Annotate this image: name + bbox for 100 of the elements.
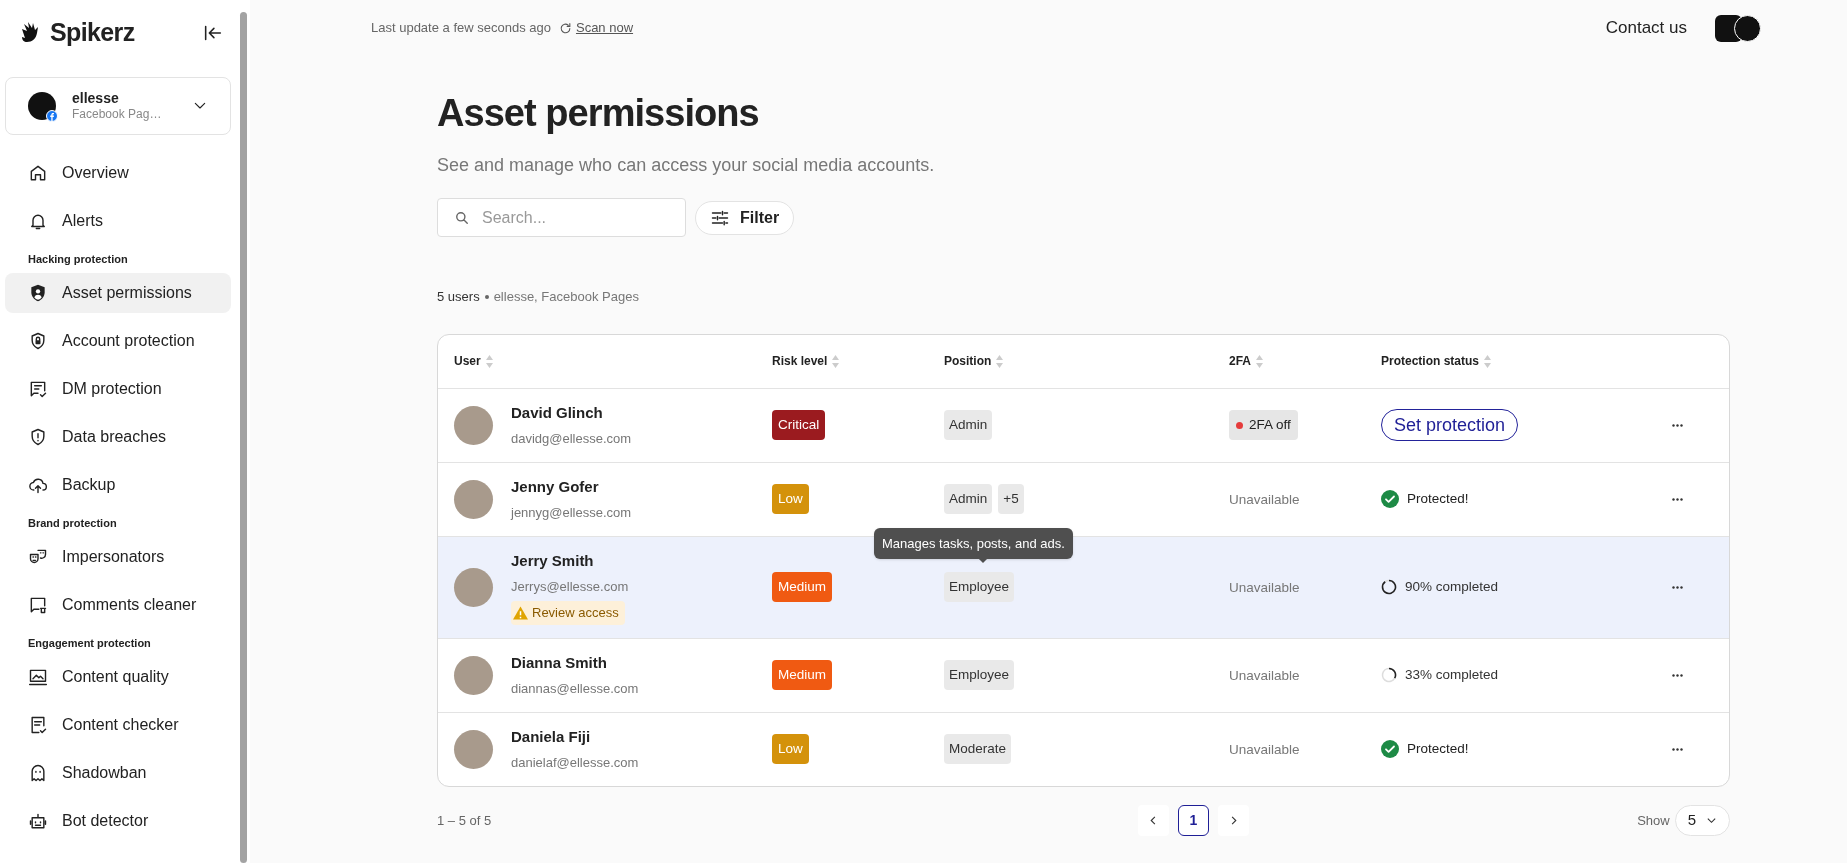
shield-lock-icon: [28, 331, 48, 351]
nav-item[interactable]: Data breaches: [5, 417, 231, 457]
twofa-status: Unavailable: [1229, 492, 1300, 507]
position-tag: +5: [998, 483, 1024, 515]
more-icon[interactable]: [1672, 673, 1683, 677]
more-icon[interactable]: [1672, 423, 1683, 427]
user-name: David Glinch: [511, 402, 604, 423]
chevron-right-icon[interactable]: [1218, 805, 1249, 836]
filter-button[interactable]: Filter: [695, 200, 795, 235]
pagination-range: 1 – 5 of 5: [437, 811, 493, 830]
user-email: Jerrys@ellesse.com: [511, 578, 629, 596]
user-name: Daniela Fiji: [511, 726, 592, 747]
section-label: Engagement protection: [27, 635, 152, 651]
user-email: jennyg@ellesse.com: [511, 504, 632, 522]
table-row[interactable]: Daniela Fiji danielaf@ellesse.com Low Moderate Unavailable Protected!: [438, 712, 1729, 786]
position-tag: Employee: [944, 571, 1015, 603]
shield-user-icon: [28, 283, 48, 303]
scrollbar[interactable]: [239, 12, 247, 863]
avatar-photo-placeholder: [454, 729, 493, 769]
scan-now-link[interactable]: Scan now: [558, 18, 634, 38]
more-icon[interactable]: [1672, 497, 1683, 501]
section-label: Hacking protection: [27, 251, 129, 267]
shield-alert-icon: [28, 427, 48, 447]
progress-remainder: [1381, 667, 1396, 683]
ghost-icon: [28, 763, 48, 783]
scope-text: ellesse, Facebook Pages: [493, 288, 639, 306]
section-label: Brand protection: [27, 515, 118, 531]
sort-icon[interactable]: [832, 354, 840, 368]
review-access-badge[interactable]: Review access: [511, 600, 625, 625]
avatar-photo-placeholder: [454, 655, 493, 695]
contact-us-link[interactable]: Contact us: [1605, 15, 1687, 41]
brand-name: Spikerz: [50, 17, 135, 49]
robot-icon: [28, 811, 48, 831]
user-count: 5 users: [437, 288, 480, 306]
nav-item[interactable]: Impersonators: [5, 537, 231, 577]
table-row[interactable]: Dianna Smith diannas@ellesse.com Medium Employee Unavailable 33% completed: [438, 638, 1729, 713]
sort-icon[interactable]: [485, 354, 493, 368]
column-header[interactable]: Risk level: [772, 352, 828, 370]
page-button[interactable]: 1: [1178, 805, 1209, 836]
user-name: Jerry Smith: [511, 550, 595, 571]
search-icon: [455, 211, 469, 225]
twofa-status: Unavailable: [1229, 668, 1300, 683]
nav-item[interactable]: Asset permissions: [5, 273, 231, 313]
column-header[interactable]: Position: [944, 352, 992, 370]
user-name: Jenny Gofer: [511, 476, 600, 497]
column-header[interactable]: User: [454, 352, 481, 370]
column-header[interactable]: 2FA: [1229, 352, 1251, 370]
nav-item[interactable]: Overview: [5, 153, 231, 193]
position-tag: Employee: [944, 659, 1015, 691]
show-label: Show: [1637, 811, 1670, 830]
tooltip: Manages tasks, posts, and ads.: [874, 527, 1073, 559]
brand-logo: [1734, 14, 1761, 42]
chevron-left-icon[interactable]: [1138, 805, 1169, 836]
nav-item[interactable]: Comments cleaner: [5, 585, 231, 625]
nav-item[interactable]: Content quality: [5, 657, 231, 697]
position-tag: Admin: [944, 483, 993, 515]
chevron-down-icon: [1706, 815, 1717, 826]
column-header[interactable]: Protection status: [1381, 352, 1479, 370]
avatar-photo-placeholder: [454, 567, 493, 607]
nav-item[interactable]: Alerts: [5, 201, 231, 241]
twofa-status: Unavailable: [1229, 742, 1300, 757]
user-name: Dianna Smith: [511, 652, 608, 673]
search-field[interactable]: Search...: [437, 198, 686, 237]
sort-icon[interactable]: [1256, 354, 1263, 368]
nav-item[interactable]: Backup: [5, 465, 231, 505]
home-icon: [28, 163, 48, 183]
sort-icon[interactable]: [996, 354, 1004, 368]
refresh-icon: [558, 21, 572, 35]
position-tag: Admin: [944, 409, 993, 441]
nav-item[interactable]: Content checker: [5, 705, 231, 745]
user-email: diannas@ellesse.com: [511, 680, 639, 698]
avatar-photo-placeholder: [454, 479, 493, 519]
message-check-icon: [28, 379, 48, 399]
risk-badge: Critical: [772, 409, 826, 441]
user-email: danielaf@ellesse.com: [511, 754, 639, 772]
page-title: Asset permissions: [437, 94, 760, 132]
nav-item[interactable]: DM protection: [5, 369, 231, 409]
user-email: davidg@ellesse.com: [511, 430, 632, 448]
set-protection-button[interactable]: Set protection: [1381, 409, 1519, 441]
nav-item[interactable]: Bot detector: [5, 801, 231, 841]
account-switcher[interactable]: ellesse Facebook Pag…: [5, 77, 231, 135]
comment-trash-icon: [28, 595, 48, 615]
nav-item[interactable]: Shadowban: [5, 753, 231, 793]
account-name: ellesse: [72, 89, 120, 108]
risk-badge: Low: [772, 483, 809, 515]
progress-label: 90% completed: [1405, 577, 1499, 596]
progress-label: 33% completed: [1405, 665, 1499, 684]
twofa-status: 2FA off: [1229, 409, 1298, 441]
table-row[interactable]: David Glinch davidg@ellesse.com Critical Admin 2FA off Set protection: [438, 388, 1729, 463]
check-circle-icon: [1381, 490, 1399, 508]
position-tag: Moderate: [944, 733, 1012, 765]
account-type: Facebook Pag…: [72, 107, 163, 123]
page-size-select[interactable]: 5: [1674, 805, 1730, 836]
warning-icon: [513, 605, 528, 620]
more-icon[interactable]: [1672, 747, 1683, 751]
risk-badge: Medium: [772, 659, 832, 691]
more-icon[interactable]: [1672, 585, 1683, 589]
avatar-photo-placeholder: [454, 405, 493, 445]
sort-icon[interactable]: [1484, 354, 1491, 368]
nav-item[interactable]: Account protection: [5, 321, 231, 361]
